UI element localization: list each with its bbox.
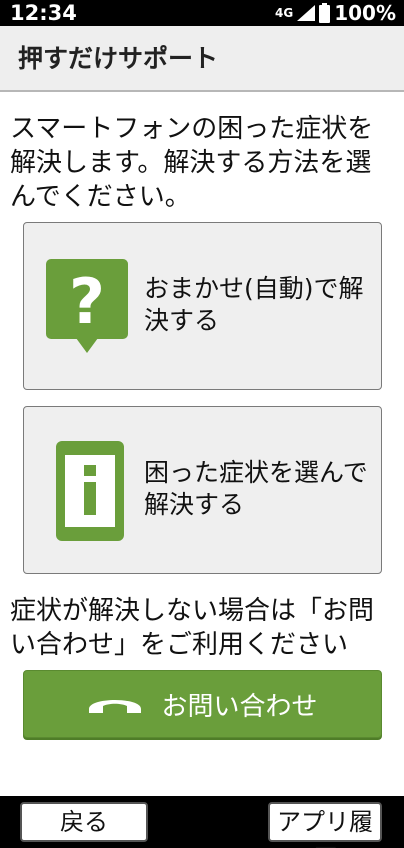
auto-solve-label: おまかせ(自動)で解決する [144,274,364,335]
info-phone-icon [56,441,124,541]
back-button[interactable]: 戻る [20,802,148,842]
app-header: 押すだけサポート [0,26,404,92]
contact-note: 症状が解決しない場合は「お問い合わせ」をご利用ください [10,596,375,660]
intro-text: スマートフォンの困った症状を解決します。解決する方法を選んでください。 [10,114,374,212]
page-title: 押すだけサポート [18,44,219,73]
contact-button[interactable]: お問い合わせ [23,670,382,738]
auto-solve-button[interactable]: ? おまかせ(自動)で解決する [23,222,382,390]
select-symptom-button[interactable]: 困った症状を選んで解決する [23,406,382,574]
question-bubble-icon: ? [46,259,128,353]
svg-text:?: ? [69,265,105,338]
status-time: 12:34 [10,1,77,25]
app-history-button[interactable]: アプリ履歴 [268,802,382,848]
contact-button-label: お問い合わせ [161,691,318,722]
status-bar: 12:34 4G 100% [0,0,404,26]
battery-percentage: 100% [334,1,396,25]
battery-icon [319,3,331,23]
phone-handset-icon [89,700,142,713]
select-symptom-label: 困った症状を選んで解決する [144,458,368,519]
signal-icon [297,5,316,21]
bottom-nav-bar: 戻る アプリ履歴 [0,796,404,848]
network-type-label: 4G [275,6,294,20]
status-indicators: 4G 100% [275,0,396,26]
